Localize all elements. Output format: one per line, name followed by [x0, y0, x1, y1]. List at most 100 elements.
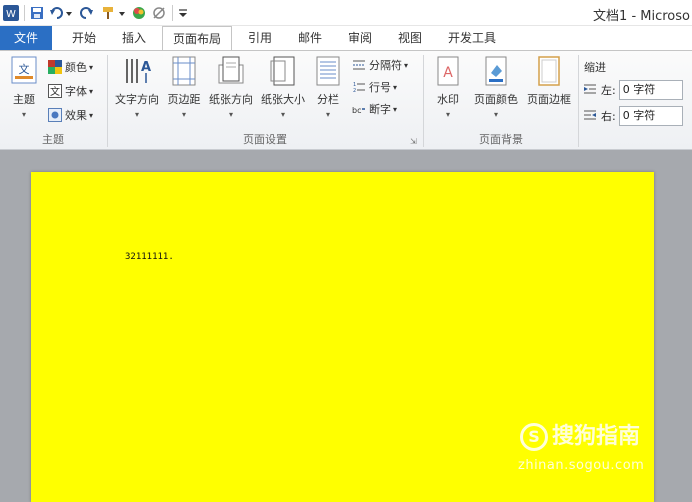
orientation-label: 纸张方向 [209, 93, 253, 106]
columns-button[interactable]: 分栏 ▾ [312, 55, 344, 119]
theme-colors-icon [48, 60, 62, 74]
svg-text:文: 文 [19, 62, 30, 76]
orientation-icon [215, 55, 247, 89]
group-label-themes: 主题 [42, 133, 64, 146]
themes-icon: 文 [8, 55, 40, 89]
tab-page-layout[interactable]: 页面布局 [162, 26, 232, 51]
divider [24, 5, 25, 21]
svg-text:A: A [141, 60, 151, 75]
margins-button[interactable]: 页边距 ▾ [164, 55, 204, 119]
page-color-label: 页面颜色 [474, 93, 518, 106]
watermark-button[interactable]: A 水印 ▾ [430, 55, 466, 119]
page-size-label: 纸张大小 [261, 93, 305, 106]
theme-colors-label: 颜色 [65, 61, 87, 74]
divider [172, 5, 173, 21]
tab-review[interactable]: 审阅 [338, 26, 382, 50]
page-borders-button[interactable]: 页面边框 [524, 55, 574, 107]
document-page[interactable]: 32111111. [31, 172, 654, 502]
chevron-down-icon: ▾ [493, 110, 498, 119]
theme-fonts-label: 字体 [65, 85, 87, 98]
dialog-launcher-icon[interactable]: ⇲ [410, 137, 417, 146]
hyphenation-button[interactable]: bc 断字 ▾ [352, 99, 397, 119]
tab-developer[interactable]: 开发工具 [440, 26, 504, 50]
orientation-button[interactable]: 纸张方向 ▾ [206, 55, 256, 119]
tab-references[interactable]: 引用 [238, 26, 282, 50]
line-numbers-icon: 12 [352, 80, 366, 94]
svg-text:bc: bc [352, 106, 361, 115]
page-color-button[interactable]: 页面颜色 ▾ [470, 55, 522, 119]
word-app-icon[interactable]: W [2, 3, 20, 23]
indent-left-icon [584, 83, 598, 98]
indent-right-control: 右: 0 字符 [584, 106, 683, 126]
chevron-down-icon: ▾ [445, 110, 450, 119]
theme-fonts-icon: 文 [48, 84, 62, 98]
tab-insert[interactable]: 插入 [112, 26, 156, 50]
undo-icon[interactable] [48, 3, 74, 23]
sogou-s-icon: S [520, 423, 548, 451]
document-text[interactable]: 32111111. [125, 252, 174, 262]
watermark-brand: 搜狗指南 [552, 424, 641, 449]
tab-view[interactable]: 视图 [388, 26, 432, 50]
themes-label: 主题 [13, 93, 35, 106]
breaks-button[interactable]: 分隔符 ▾ [352, 55, 408, 75]
columns-icon [312, 55, 344, 89]
theme-effects-icon [48, 108, 62, 122]
indent-right-input[interactable]: 0 字符 [618, 106, 683, 126]
chevron-down-icon: ▾ [134, 110, 139, 119]
columns-label: 分栏 [317, 93, 339, 106]
text-direction-label: 文字方向 [115, 93, 159, 106]
theme-effects-label: 效果 [65, 109, 87, 122]
indent-right-icon [584, 109, 598, 124]
page-borders-icon [533, 55, 565, 89]
watermark-icon: A [432, 55, 464, 89]
ribbon-tab-bar: 文件 开始 插入 页面布局 引用 邮件 审阅 视图 开发工具 [0, 26, 692, 51]
indent-left-control: 左: 0 字符 [584, 80, 683, 100]
chevron-down-icon: ▾ [89, 110, 94, 120]
breaks-icon [352, 58, 366, 72]
format-painter-icon[interactable] [100, 3, 128, 23]
customize-dropdown-icon[interactable] [176, 3, 190, 23]
theme-effects-button[interactable]: 效果 ▾ [48, 105, 93, 125]
title-bar: W 文档1 - Microso [0, 0, 692, 26]
chevron-down-icon: ▾ [89, 86, 94, 96]
chevron-down-icon: ▾ [325, 110, 330, 119]
breaks-label: 分隔符 [369, 59, 402, 72]
sogou-watermark-logo: S 搜狗指南 [520, 418, 640, 451]
group-divider [578, 55, 579, 147]
page-size-button[interactable]: 纸张大小 ▾ [258, 55, 308, 119]
theme-fonts-button[interactable]: 文 字体 ▾ [48, 81, 93, 101]
margins-label: 页边距 [167, 93, 201, 106]
watermark-url: zhinan.sogou.com [518, 458, 645, 473]
tab-file[interactable]: 文件 [0, 26, 52, 50]
chevron-down-icon: ▾ [89, 62, 94, 72]
tab-home[interactable]: 开始 [62, 26, 106, 50]
page-color-icon [480, 55, 512, 89]
clear-format-icon[interactable] [150, 3, 168, 23]
line-numbers-button[interactable]: 12 行号 ▾ [352, 77, 397, 97]
chevron-down-icon: ▾ [393, 82, 398, 92]
page-size-icon [267, 55, 299, 89]
svg-text:2: 2 [353, 88, 356, 94]
text-direction-button[interactable]: A 文字方向 ▾ [112, 55, 162, 119]
theme-colors-button[interactable]: 颜色 ▾ [48, 57, 93, 77]
redo-icon[interactable] [78, 3, 96, 23]
text-direction-icon: A [121, 55, 153, 89]
chevron-down-icon: ▾ [228, 110, 233, 119]
save-icon[interactable] [28, 3, 46, 23]
svg-text:W: W [6, 9, 16, 20]
line-numbers-label: 行号 [369, 81, 391, 94]
margins-icon [168, 55, 200, 89]
indent-left-label: 左: [601, 84, 616, 97]
svg-text:文: 文 [50, 85, 60, 98]
group-label-page-background: 页面背景 [479, 133, 523, 146]
hyphenation-icon: bc [352, 102, 366, 116]
group-label-page-setup: 页面设置 [243, 133, 287, 146]
color-icon[interactable] [130, 3, 148, 23]
indent-left-input[interactable]: 0 字符 [618, 80, 683, 100]
indent-right-label: 右: [601, 110, 616, 123]
page-borders-label: 页面边框 [527, 93, 571, 106]
tab-mailings[interactable]: 邮件 [288, 26, 332, 50]
themes-button[interactable]: 文 主题 ▾ [6, 55, 42, 119]
ribbon: 文 主题 ▾ 颜色 ▾ 文 字体 ▾ 效果 ▾ 主题 A 文字方向 ▾ 页边距 … [0, 50, 692, 150]
hyphenation-label: 断字 [369, 103, 391, 116]
